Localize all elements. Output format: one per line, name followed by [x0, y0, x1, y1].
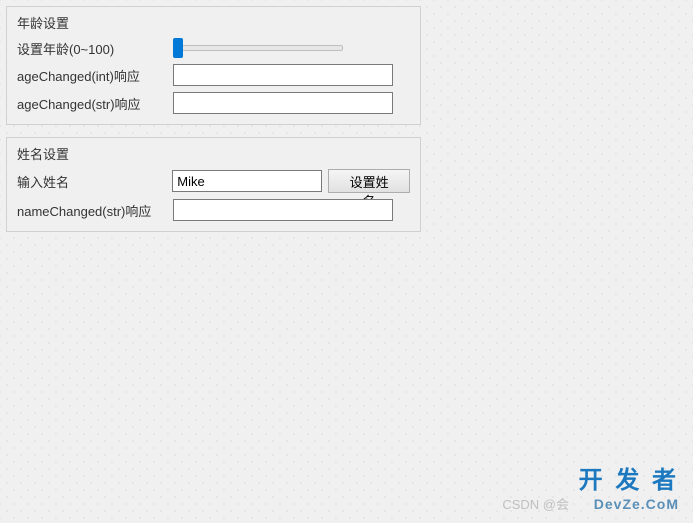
slider-thumb[interactable] [173, 38, 183, 58]
watermark: CSDN @会 开 发 者 DevZe.CoM [579, 467, 679, 513]
watermark-title: 开 发 者 [579, 467, 679, 496]
set-name-button[interactable]: 设置姓名 [328, 169, 410, 193]
name-group-title: 姓名设置 [17, 144, 410, 163]
watermark-csdn: CSDN @会 [502, 497, 569, 513]
age-str-label: ageChanged(str)响应 [17, 94, 167, 113]
age-slider[interactable] [173, 38, 343, 58]
age-str-row: ageChanged(str)响应 [17, 92, 410, 114]
name-response-label: nameChanged(str)响应 [17, 201, 167, 220]
watermark-sub: DevZe.CoM [579, 496, 679, 513]
name-input-label: 输入姓名 [17, 172, 166, 191]
name-response-input[interactable] [173, 199, 393, 221]
age-int-label: ageChanged(int)响应 [17, 66, 167, 85]
age-slider-row: 设置年龄(0~100) [17, 38, 410, 58]
name-response-row: nameChanged(str)响应 [17, 199, 410, 221]
age-str-input[interactable] [173, 92, 393, 114]
name-input[interactable] [172, 170, 322, 192]
age-group-title: 年龄设置 [17, 13, 410, 32]
name-settings-group: 姓名设置 输入姓名 设置姓名 nameChanged(str)响应 [6, 137, 421, 232]
name-input-row: 输入姓名 设置姓名 [17, 169, 410, 193]
age-settings-group: 年龄设置 设置年龄(0~100) ageChanged(int)响应 ageCh… [6, 6, 421, 125]
slider-track [173, 45, 343, 51]
age-slider-label: 设置年龄(0~100) [17, 39, 167, 58]
age-int-input[interactable] [173, 64, 393, 86]
age-int-row: ageChanged(int)响应 [17, 64, 410, 86]
